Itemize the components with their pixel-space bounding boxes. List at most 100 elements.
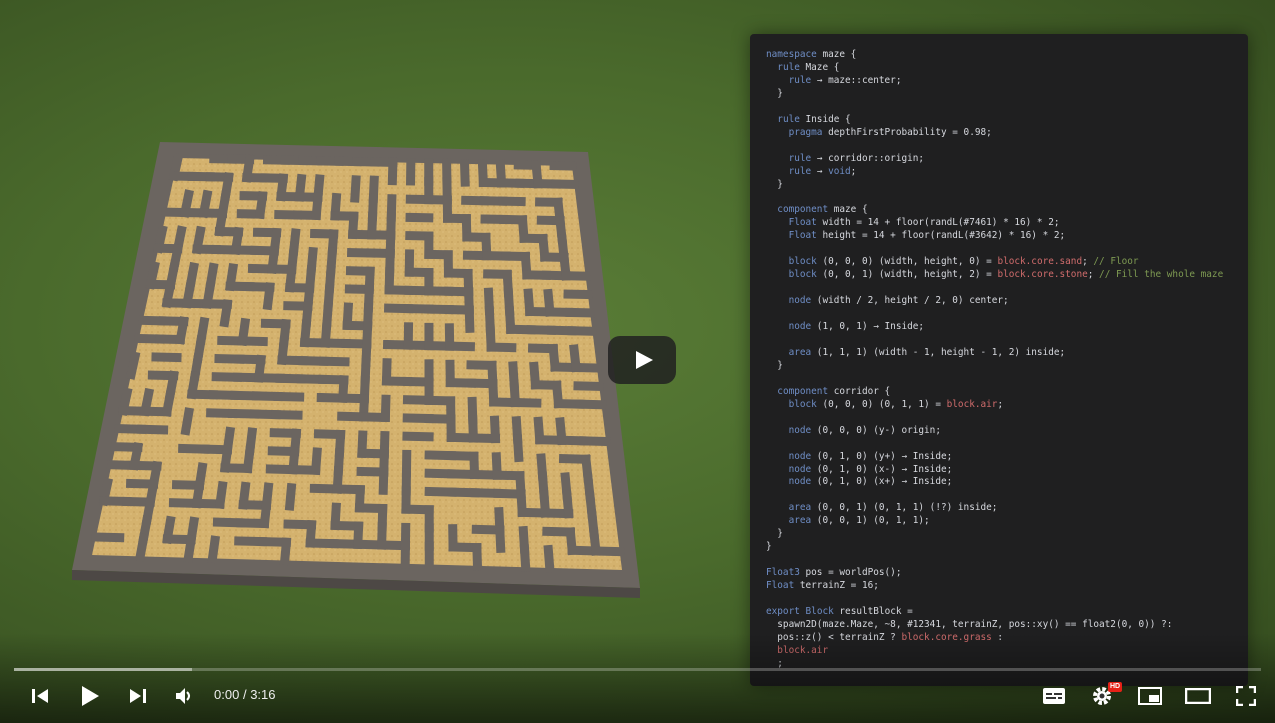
progress-loaded bbox=[14, 668, 193, 671]
code-line: area (1, 1, 1) (width - 1, height - 1, 2… bbox=[788, 346, 1066, 358]
maze-wall bbox=[125, 351, 141, 380]
maze-wall bbox=[378, 467, 389, 495]
code-line: block (0, 0, 1) (width, height, 2) = blo… bbox=[788, 269, 1224, 281]
maze-wall bbox=[161, 388, 176, 418]
maze-wall bbox=[207, 535, 221, 564]
maze-render bbox=[72, 142, 640, 598]
maze-wall bbox=[495, 525, 506, 554]
maze-wall bbox=[591, 546, 625, 557]
maze-wall bbox=[510, 397, 542, 408]
code-line: rule Maze { bbox=[777, 61, 840, 73]
maze-wall bbox=[175, 316, 189, 345]
subtitles-icon[interactable] bbox=[1038, 681, 1070, 711]
maze-wall bbox=[242, 445, 255, 474]
maze-wall bbox=[136, 424, 169, 435]
maze-wall bbox=[273, 391, 305, 402]
maze-wall bbox=[573, 381, 604, 391]
maze-wall bbox=[464, 305, 475, 333]
maze-wall bbox=[402, 431, 434, 442]
fullscreen-icon[interactable] bbox=[1230, 681, 1262, 711]
maze-wall bbox=[562, 490, 574, 519]
maze-wall bbox=[459, 159, 470, 187]
maze-wall bbox=[579, 436, 611, 447]
time-separator: / bbox=[242, 687, 247, 702]
maze-wall bbox=[319, 356, 350, 367]
maze-wall bbox=[91, 532, 125, 543]
skip-previous-icon[interactable] bbox=[24, 681, 56, 711]
maze-wall bbox=[387, 157, 398, 186]
maze-wall bbox=[254, 190, 268, 220]
code-line: } bbox=[766, 178, 783, 190]
maze-wall bbox=[543, 544, 555, 573]
maze-wall bbox=[486, 342, 517, 353]
code-line: block (0, 0, 0) (0, 1, 1) = block.air; bbox=[788, 398, 1004, 410]
maze-wall bbox=[519, 544, 531, 573]
code-line: node (0, 0, 0) (y-) origin; bbox=[788, 424, 941, 436]
hd-badge: HD bbox=[1108, 682, 1123, 692]
code-line: } bbox=[766, 87, 783, 99]
maze-wall bbox=[279, 537, 292, 566]
video-frame[interactable]: namespace maze { rule Maze { rule → maze… bbox=[0, 0, 1275, 723]
code-line: Float terrainZ = 16; bbox=[766, 580, 879, 592]
miniplayer-icon[interactable] bbox=[1134, 681, 1166, 711]
code-line: node (width / 2, height / 2, 0) center; bbox=[788, 295, 1009, 307]
time-display: 0:00 / 3:16 bbox=[214, 687, 276, 702]
code-panel: namespace maze { rule Maze { rule → maze… bbox=[750, 34, 1248, 686]
maze-wall bbox=[271, 409, 303, 420]
code-line: } bbox=[766, 359, 783, 371]
code-line: Float3 pos = worldPos(); bbox=[766, 567, 902, 579]
maze-wall bbox=[380, 394, 391, 423]
maze-wall bbox=[311, 192, 323, 221]
code-line: component corridor { bbox=[777, 385, 891, 397]
skip-next-icon[interactable] bbox=[122, 681, 154, 711]
maze-wall bbox=[180, 407, 194, 436]
maze-wall bbox=[310, 447, 322, 476]
code-line: } bbox=[766, 541, 772, 553]
maze-wall bbox=[259, 500, 272, 529]
theater-mode-icon[interactable] bbox=[1182, 681, 1214, 711]
code-line: area (0, 0, 1) (0, 1, 1); bbox=[788, 515, 930, 527]
maze-wall bbox=[571, 362, 602, 373]
code-line: node (0, 1, 0) (x-) → Inside; bbox=[788, 463, 953, 475]
code-line: node (0, 1, 0) (x+) → Inside; bbox=[788, 476, 953, 488]
maze-wall bbox=[134, 533, 149, 562]
code-line: rule → void; bbox=[788, 165, 857, 177]
maze-wall bbox=[284, 482, 297, 511]
maze-wall bbox=[151, 352, 182, 363]
code-line: namespace maze { bbox=[766, 49, 857, 60]
play-icon[interactable] bbox=[74, 681, 106, 711]
progress-bar[interactable] bbox=[14, 668, 1261, 671]
code-line: rule Inside { bbox=[777, 113, 851, 125]
maze-wall bbox=[219, 299, 233, 328]
maze-wall bbox=[214, 480, 228, 510]
code-line: area (0, 0, 1) (0, 1, 1) (!?) inside; bbox=[788, 502, 998, 514]
code-line: } bbox=[766, 528, 783, 540]
code-listing: namespace maze { rule Maze { rule → maze… bbox=[766, 49, 1223, 671]
code-line: node (1, 0, 1) → Inside; bbox=[788, 321, 925, 333]
maze-wall bbox=[512, 434, 524, 463]
maze-wall bbox=[445, 341, 476, 352]
volume-icon[interactable] bbox=[167, 681, 199, 711]
code-line: export Block resultBlock = bbox=[766, 605, 913, 617]
code-line: Float width = 14 + floor(randL(#7461) * … bbox=[788, 217, 1060, 229]
maze-wall bbox=[489, 415, 501, 444]
code-line: component maze { bbox=[777, 204, 868, 216]
maze-wall bbox=[472, 542, 483, 571]
code-line: block (0, 0, 0) (width, height, 0) = blo… bbox=[788, 256, 1139, 268]
code-line: rule → corridor::origin; bbox=[788, 152, 925, 164]
maze-wall bbox=[237, 336, 268, 347]
big-play-icon[interactable] bbox=[608, 336, 676, 384]
current-time: 0:00 bbox=[214, 687, 240, 702]
